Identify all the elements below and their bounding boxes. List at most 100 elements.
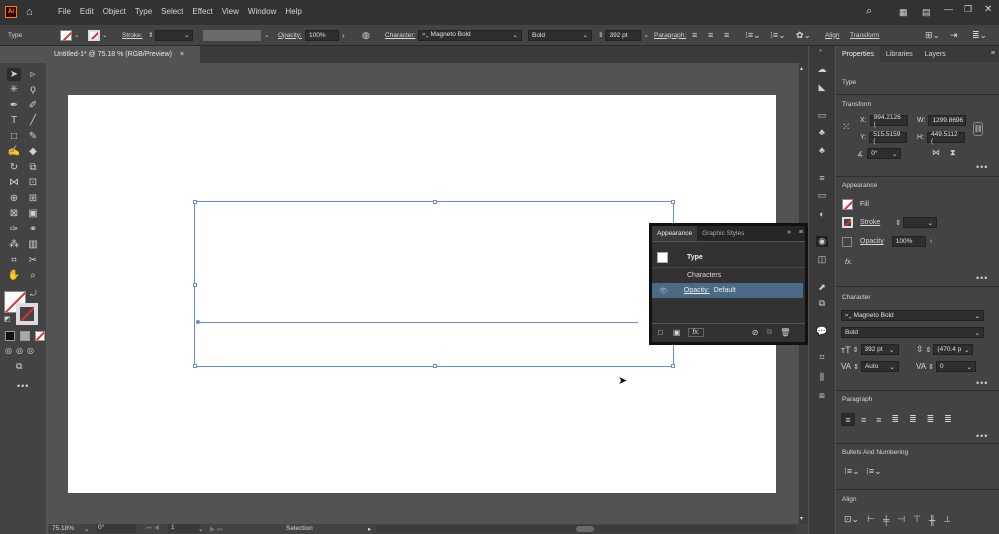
shape-builder-tool-icon[interactable]: ⊕ bbox=[7, 192, 21, 205]
handle-middle-left[interactable] bbox=[193, 283, 197, 287]
menu-effect[interactable]: Effect bbox=[192, 7, 212, 16]
justify-center-icon[interactable]: ≣ bbox=[909, 414, 917, 425]
appearance-panel-icon[interactable]: ◉ bbox=[816, 236, 828, 247]
y-value[interactable]: 515.5159 ( bbox=[869, 131, 908, 145]
justify-left-icon[interactable]: ≣ bbox=[892, 414, 900, 425]
fill-row[interactable]: Fill bbox=[842, 199, 869, 210]
artboards-panel-icon[interactable]: ⧉ bbox=[816, 298, 828, 309]
graphic-styles-icon[interactable]: ◫ bbox=[816, 254, 828, 265]
stroke-label[interactable]: Stroke bbox=[860, 219, 880, 226]
drawing-modes-icon[interactable]: ◎◎◎ bbox=[5, 346, 38, 355]
type-tool-icon[interactable]: T bbox=[7, 114, 21, 127]
duplicate-item-icon[interactable]: ⧉ bbox=[767, 327, 773, 337]
more-transform-options-icon[interactable]: ••• bbox=[976, 162, 988, 172]
align-panel-icon[interactable]: ⫼ bbox=[816, 372, 828, 383]
direct-selection-tool-icon[interactable]: ▹ bbox=[26, 68, 40, 81]
screen-mode-icon[interactable]: ⧉ bbox=[16, 361, 22, 372]
horizontal-align-center-icon[interactable]: ╪ bbox=[883, 515, 889, 525]
font-family-dropdown[interactable]: ⌕⌄ Magneto Bold ⌄ bbox=[841, 310, 984, 321]
paragraph-label[interactable]: Paragraph: bbox=[654, 29, 686, 41]
variable-width-profile[interactable]: ⌄ bbox=[203, 29, 269, 41]
cc-libraries-icon[interactable]: ☁ bbox=[816, 64, 828, 75]
magic-wand-tool-icon[interactable]: ✳ bbox=[7, 83, 21, 96]
more-paragraph-options-icon[interactable]: ••• bbox=[976, 431, 988, 441]
stroke-panel-icon[interactable]: ≡ bbox=[816, 172, 828, 183]
handle-top-center[interactable] bbox=[433, 200, 437, 204]
search-icon[interactable]: ⌕ bbox=[866, 5, 872, 18]
horizontal-align-right-icon[interactable]: ⊣ bbox=[897, 514, 905, 525]
hand-tool-icon[interactable]: ✋ bbox=[7, 269, 21, 282]
align-label[interactable]: Align bbox=[825, 29, 839, 41]
numbered-list-icon[interactable]: ⁝≡⌄ bbox=[866, 466, 882, 477]
character-label[interactable]: Character: bbox=[385, 29, 415, 41]
font-style-dropdown[interactable]: Bold ⌄ bbox=[528, 29, 592, 41]
horizontal-scrollbar[interactable] bbox=[376, 525, 796, 533]
w-value[interactable]: 1299.8696 bbox=[928, 115, 967, 126]
mesh-tool-icon[interactable]: ⊠ bbox=[7, 207, 21, 220]
transform-label[interactable]: Transform bbox=[850, 29, 879, 41]
pen-tool-icon[interactable]: ✒ bbox=[7, 99, 21, 112]
rectangle-tool-icon[interactable]: □ bbox=[7, 130, 21, 143]
handle-top-left[interactable] bbox=[193, 200, 197, 204]
handle-bottom-center[interactable] bbox=[433, 364, 437, 368]
panel-menu-icon[interactable]: ≡ bbox=[991, 50, 995, 57]
paragraph-align-right-icon[interactable]: ≡ bbox=[876, 415, 881, 425]
align-left-icon[interactable]: ≡ bbox=[692, 29, 697, 41]
rotate-tool-icon[interactable]: ↻ bbox=[7, 161, 21, 174]
constrain-proportions-icon[interactable]: ⛓ bbox=[973, 122, 983, 136]
menu-select[interactable]: Select bbox=[161, 7, 183, 16]
justify-right-icon[interactable]: ≣ bbox=[927, 414, 935, 425]
x-field[interactable]: X: 994.2126 ( bbox=[860, 114, 908, 128]
menu-help[interactable]: Help bbox=[285, 7, 301, 16]
more-character-options-icon[interactable]: ••• bbox=[976, 378, 988, 388]
scale-tool-icon[interactable]: ⧉ bbox=[26, 161, 40, 174]
column-graph-tool-icon[interactable]: ▥ bbox=[26, 238, 40, 251]
paragraph-align-left-icon[interactable]: ≡ bbox=[841, 413, 855, 426]
menu-type[interactable]: Type bbox=[135, 7, 152, 16]
shaper-tool-icon[interactable]: ✍ bbox=[7, 145, 21, 158]
stroke-label[interactable]: Stroke: bbox=[122, 29, 143, 41]
vertical-align-center-icon[interactable]: ╫ bbox=[929, 515, 935, 525]
stroke-weight-stepper[interactable]: ⇕ ⌄ bbox=[148, 29, 194, 41]
more-appearance-options-icon[interactable]: ••• bbox=[976, 273, 988, 283]
fill-swatch[interactable]: ⌄ bbox=[60, 29, 79, 41]
line-segment-tool-icon[interactable]: ╱ bbox=[26, 114, 40, 127]
properties-panel-icon[interactable]: ◣ bbox=[816, 82, 828, 93]
tab-appearance[interactable]: Appearance bbox=[652, 226, 698, 241]
expand-panel-icon[interactable]: » bbox=[787, 229, 791, 236]
paintbrush-tool-icon[interactable]: ✎ bbox=[26, 130, 40, 143]
bullets-icon[interactable]: ⁝≡⌄ bbox=[745, 29, 761, 41]
export-icon[interactable]: ⬈ bbox=[816, 282, 828, 293]
curvature-tool-icon[interactable]: ✐ bbox=[26, 99, 40, 112]
restore-icon[interactable]: ❐ bbox=[964, 4, 972, 15]
rotate-field[interactable]: ∡ 0° ⌄ bbox=[857, 148, 902, 159]
align-right-icon[interactable]: ≡ bbox=[724, 29, 729, 41]
lasso-tool-icon[interactable]: ϙ bbox=[26, 83, 40, 96]
transform-each-icon[interactable]: ✿⌄ bbox=[796, 29, 811, 41]
stroke-row[interactable]: Stroke ⇕ ⌄ bbox=[842, 217, 938, 228]
panel-options-icon[interactable]: ⇥ bbox=[950, 29, 958, 41]
flip-vertical-icon[interactable]: ⧗ bbox=[950, 148, 956, 158]
slice-tool-icon[interactable]: ✂ bbox=[26, 254, 40, 267]
clear-appearance-icon[interactable]: ⊘ bbox=[752, 328, 759, 337]
scroll-down-icon[interactable]: ▾ bbox=[800, 515, 803, 522]
handle-top-right[interactable] bbox=[671, 200, 675, 204]
artboard-nav-prev-icon[interactable]: ⏮ ◀ bbox=[146, 525, 159, 533]
perspective-grid-tool-icon[interactable]: ⊞ bbox=[26, 192, 40, 205]
font-style-dropdown[interactable]: Bold ⌄ bbox=[841, 327, 984, 338]
y-field[interactable]: Y: 515.5159 ( bbox=[860, 131, 908, 145]
add-new-fill-icon[interactable]: ▣ bbox=[673, 328, 681, 337]
font-size-field[interactable]: ᴛT ⇕ 392 pt ⌄ bbox=[841, 344, 899, 355]
tab-graphic-styles[interactable]: Graphic Styles bbox=[697, 230, 749, 237]
artboard-tool-icon[interactable]: ⌗ bbox=[7, 254, 21, 267]
recolor-icon[interactable]: ◍ bbox=[362, 29, 370, 41]
opacity-row[interactable]: 👁 Opacity: Default bbox=[652, 283, 803, 298]
horizontal-scroll-thumb[interactable] bbox=[576, 526, 594, 532]
tab-layers[interactable]: Layers bbox=[919, 51, 952, 58]
add-new-effect-button[interactable]: fx. bbox=[688, 327, 704, 337]
symbol-sprayer-tool-icon[interactable]: ⁂ bbox=[7, 238, 21, 251]
vertical-align-top-icon[interactable]: ⊤ bbox=[913, 514, 921, 525]
free-transform-tool-icon[interactable]: ⊡ bbox=[26, 176, 40, 189]
tab-properties[interactable]: Properties bbox=[836, 46, 880, 62]
close-window-icon[interactable]: ✕ bbox=[984, 4, 992, 15]
